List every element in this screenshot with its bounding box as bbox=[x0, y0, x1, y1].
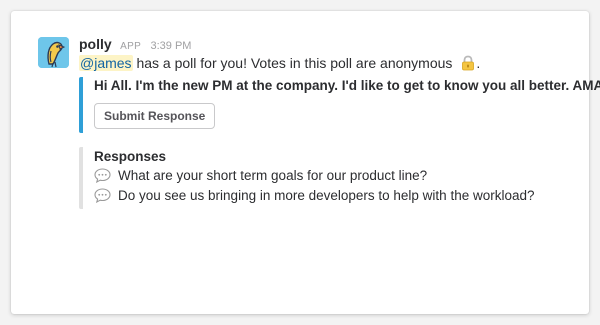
responses-attachment: Responses What are your short term goals… bbox=[79, 147, 573, 209]
submit-response-button[interactable]: Submit Response bbox=[94, 103, 216, 129]
responses-title: Responses bbox=[94, 149, 167, 164]
poll-attachment: Hi All. I'm the new PM at the company. I… bbox=[79, 77, 600, 133]
app-badge: APP bbox=[120, 41, 142, 52]
message-card: polly APP 3:39 PM @james has a poll for … bbox=[11, 11, 600, 314]
response-text: Do you see us bringing in more developer… bbox=[118, 188, 535, 203]
response-item: Do you see us bringing in more developer… bbox=[94, 187, 535, 205]
message-body: has a poll for you! Votes in this poll a… bbox=[136, 55, 453, 71]
speech-bubble-icon bbox=[94, 168, 111, 184]
poll-question: Hi All. I'm the new PM at the company. I… bbox=[94, 78, 600, 93]
response-item: What are your short term goals for our p… bbox=[94, 167, 427, 185]
sender-name[interactable]: polly bbox=[79, 36, 112, 52]
lock-icon bbox=[460, 55, 476, 71]
response-text: What are your short term goals for our p… bbox=[118, 168, 428, 183]
timestamp[interactable]: 3:39 PM bbox=[151, 40, 192, 52]
message-text: @james has a poll for you! Votes in this… bbox=[79, 53, 480, 73]
parrot-icon[interactable] bbox=[38, 37, 69, 68]
user-mention[interactable]: @james bbox=[79, 55, 133, 71]
message-trailing: . bbox=[476, 55, 481, 71]
speech-bubble-icon bbox=[94, 188, 111, 204]
